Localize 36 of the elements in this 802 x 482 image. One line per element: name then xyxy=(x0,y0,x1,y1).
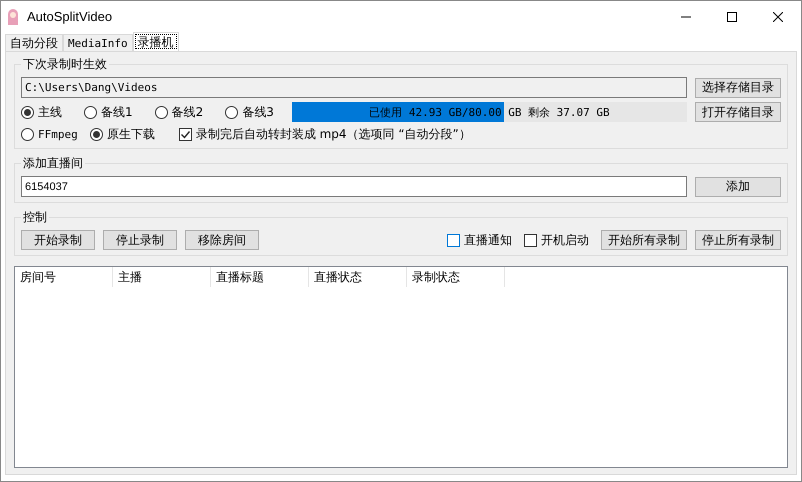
tab[interactable]: 自动分段 xyxy=(5,34,63,51)
radio-option[interactable]: 主线 xyxy=(21,104,62,120)
tab[interactable]: 录播机 xyxy=(132,32,179,51)
radio-option[interactable]: 备线3 xyxy=(225,104,274,120)
window-title: AutoSplitVideo xyxy=(27,9,114,24)
path-field[interactable]: C:\Users\Dang\Videos xyxy=(21,77,687,98)
radio-option[interactable]: FFmpeg xyxy=(21,128,78,141)
radio-option[interactable]: 备线2 xyxy=(154,104,204,120)
control-button[interactable]: 开始录制 xyxy=(21,230,95,250)
column-header[interactable]: 直播标题 xyxy=(211,267,309,287)
control-button[interactable]: 停止录制 xyxy=(103,230,177,250)
check-icon xyxy=(180,129,191,140)
disk-usage-text: 已使用 42.93 GB/80.00 GB 剩余 37.07 GB xyxy=(368,105,611,120)
column-header[interactable]: 录制状态 xyxy=(407,267,505,287)
app-icon xyxy=(7,8,19,26)
radio-option[interactable]: 备线1 xyxy=(84,104,133,120)
control-button[interactable]: 停止所有录制 xyxy=(695,230,781,250)
choose-folder-button[interactable]: 选择存储目录 xyxy=(695,78,781,98)
column-header[interactable]: 直播状态 xyxy=(309,267,407,287)
maximize-icon xyxy=(727,12,737,22)
group-title: 下次录制时生效 xyxy=(21,56,109,73)
group-title: 控制 xyxy=(21,209,49,226)
control-button[interactable]: 移除房间 xyxy=(185,230,259,250)
tab[interactable]: MediaInfo xyxy=(63,34,133,51)
option-checkbox[interactable]: 开机启动 xyxy=(524,232,589,248)
option-checkbox[interactable]: 直播通知 xyxy=(447,232,512,248)
column-header[interactable]: 房间号 xyxy=(15,267,113,287)
close-icon xyxy=(773,12,783,22)
room-input-field[interactable]: 6154037 xyxy=(21,176,687,197)
open-folder-button[interactable]: 打开存储目录 xyxy=(695,102,781,122)
radio-option[interactable]: 原生下载 xyxy=(90,126,155,143)
control-button[interactable]: 开始所有录制 xyxy=(601,230,687,250)
column-header[interactable]: 主播 xyxy=(113,267,211,287)
remux-checkbox[interactable]: 录制完后自动转封装成 mp4（选项同 “自动分段”） xyxy=(178,126,471,143)
add-button[interactable]: 添加 xyxy=(695,176,781,196)
group-title: 添加直播间 xyxy=(21,155,85,172)
